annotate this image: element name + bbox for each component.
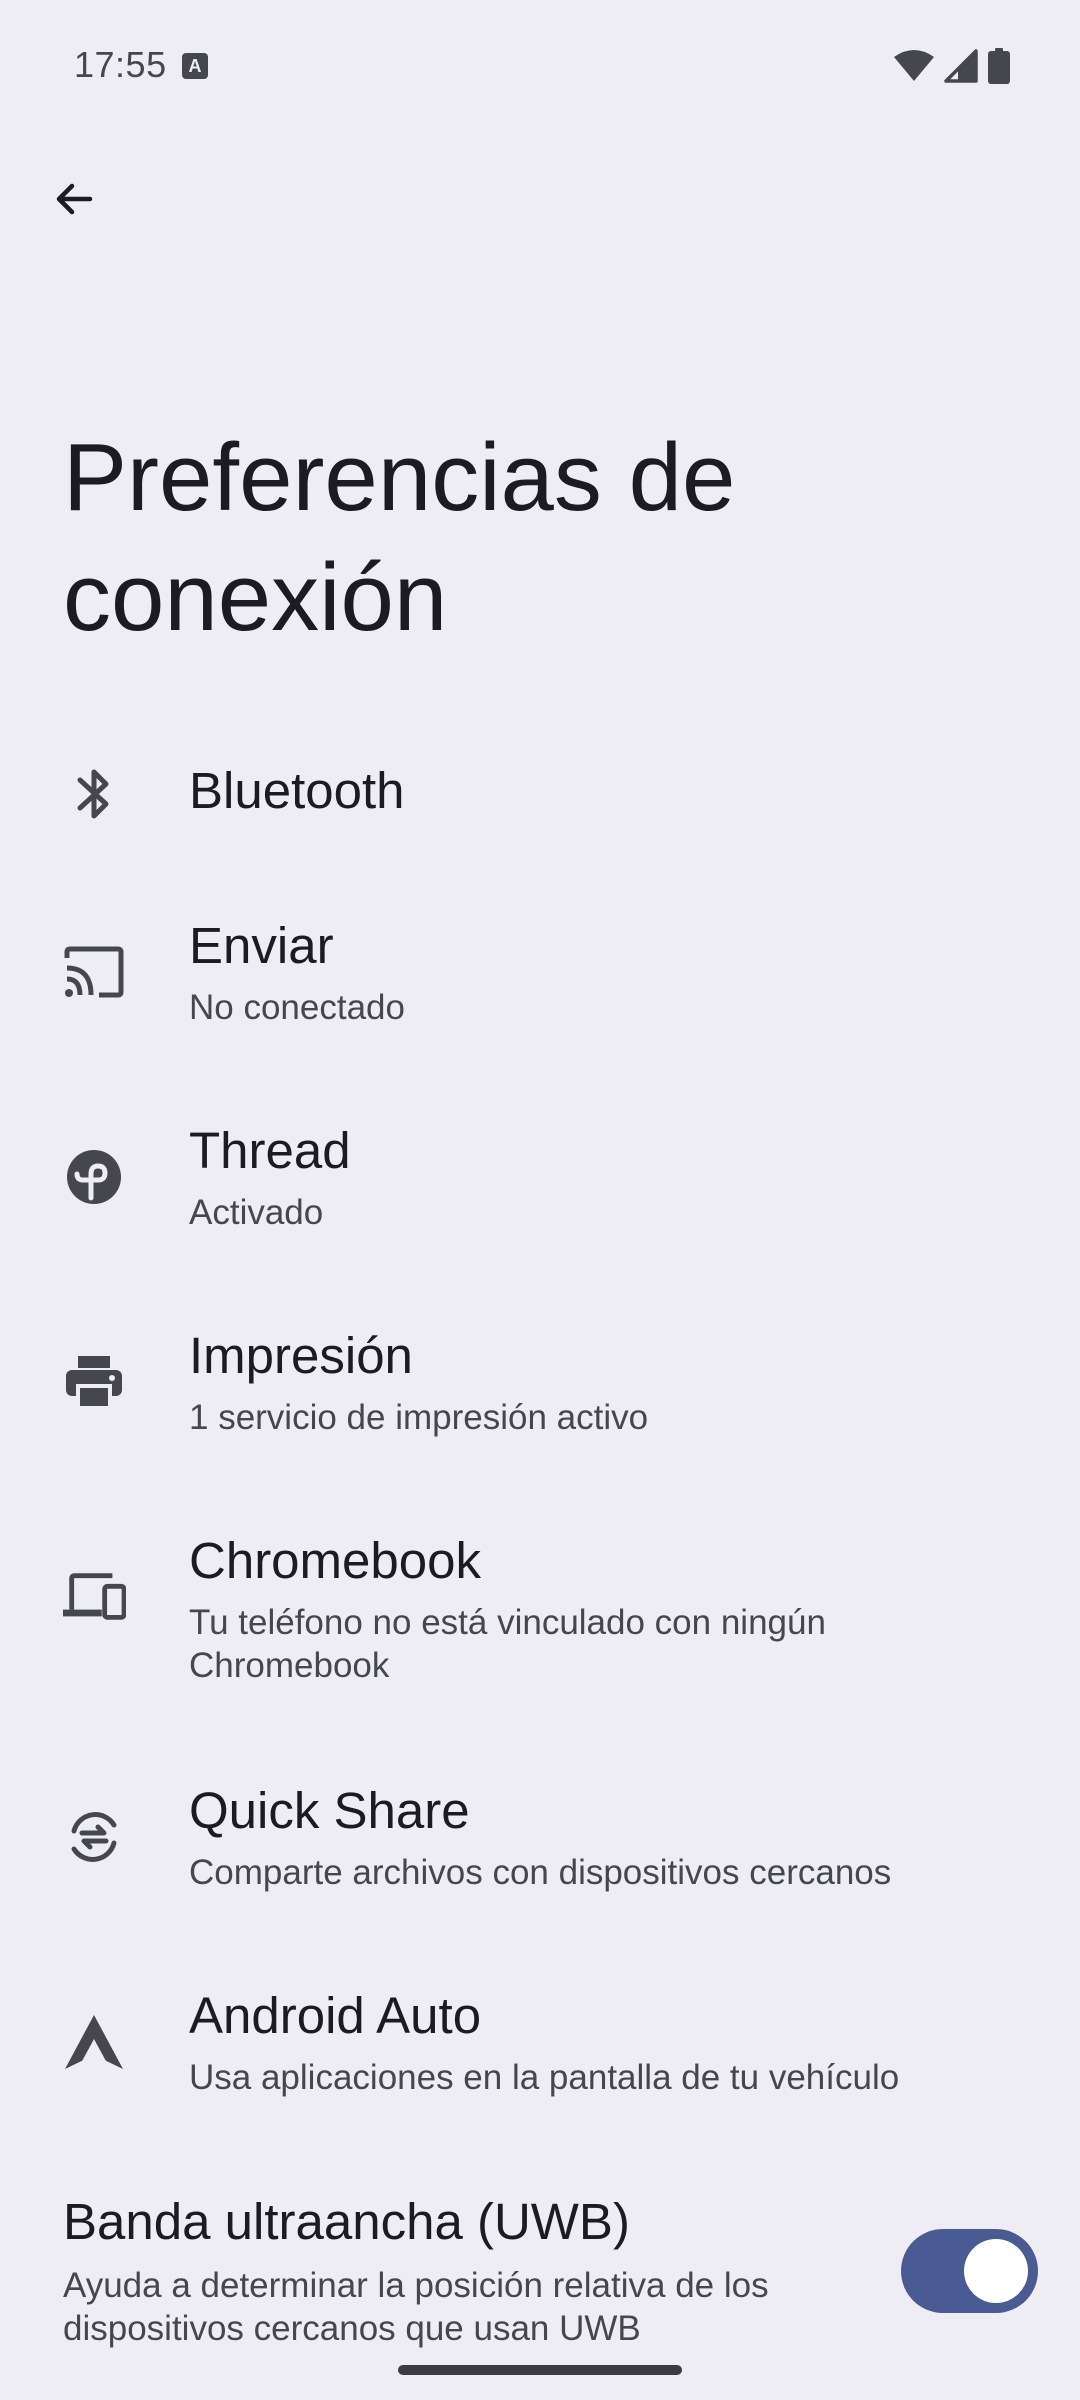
pref-summary: No conectado [189, 988, 405, 1027]
uwb-title: Banda ultraancha (UWB) [63, 2193, 630, 2250]
status-bar: 17:55 A [0, 0, 1080, 130]
print-icon [62, 1350, 126, 1414]
cast-icon [62, 940, 126, 1004]
pref-item-android-auto[interactable]: Android Auto Usa aplicaciones en la pant… [0, 1970, 1080, 2120]
pref-title: Impresión [189, 1327, 413, 1384]
status-icons [894, 48, 1010, 89]
pref-title: Quick Share [189, 1782, 470, 1839]
pref-title: Chromebook [189, 1532, 481, 1589]
pref-title: Bluetooth [189, 762, 405, 819]
signal-icon [944, 49, 978, 88]
pref-item-chromebook[interactable]: Chromebook Tu teléfono no está vinculado… [0, 1515, 1080, 1710]
keyboard-notification-icon: A [182, 53, 208, 79]
pref-summary: Tu teléfono no está vinculado con ningún… [189, 1603, 826, 1685]
pref-title: Thread [189, 1122, 351, 1179]
uwb-summary: Ayuda a determinar la posición relativa … [63, 2266, 769, 2348]
pref-item-thread[interactable]: Thread Activado [0, 1105, 1080, 1255]
quick-share-icon [62, 1805, 126, 1869]
bluetooth-icon [62, 762, 126, 826]
pref-item-printing[interactable]: Impresión 1 servicio de impresión activo [0, 1310, 1080, 1460]
thread-icon [62, 1145, 126, 1209]
pref-item-cast[interactable]: Enviar No conectado [0, 900, 1080, 1050]
pref-summary: Comparte archivos con dispositivos cerca… [189, 1853, 892, 1892]
chromebook-icon [62, 1565, 126, 1629]
uwb-toggle-switch[interactable] [901, 2229, 1038, 2313]
android-auto-icon [62, 2010, 126, 2074]
page-title: Preferencias de conexión [63, 424, 736, 651]
pref-title: Android Auto [189, 1987, 482, 2044]
toggle-thumb [964, 2239, 1028, 2303]
pref-item-bluetooth[interactable]: Bluetooth [0, 740, 1080, 850]
back-button[interactable] [38, 165, 110, 237]
pref-item-quick-share[interactable]: Quick Share Comparte archivos con dispos… [0, 1765, 1080, 1915]
status-time: 17:55 [74, 44, 167, 85]
pref-summary: Activado [189, 1193, 324, 1232]
arrow-back-icon [50, 175, 98, 228]
pref-summary: Usa aplicaciones en la pantalla de tu ve… [189, 2058, 900, 2097]
pref-summary: 1 servicio de impresión activo [189, 1398, 649, 1437]
wifi-icon [894, 49, 934, 88]
gesture-navigation-handle[interactable] [398, 2365, 682, 2375]
battery-icon [988, 48, 1010, 89]
pref-title: Enviar [189, 917, 334, 974]
